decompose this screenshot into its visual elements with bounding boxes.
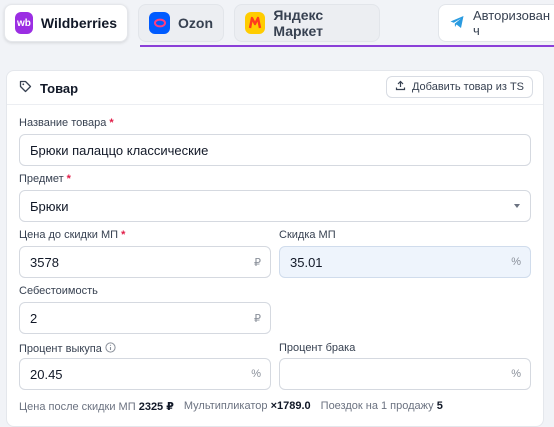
label-text: Скидка МП bbox=[279, 229, 336, 241]
card-header: Товар Добавить товар из TS bbox=[7, 71, 543, 105]
label-text: Себестоимость bbox=[19, 285, 98, 297]
price-label: Цена до скидки МП * bbox=[19, 229, 125, 241]
tab-label: Яндекс Маркет bbox=[273, 7, 324, 39]
summary-line: Цена после скидки МП 2325 ₽ Мультипликат… bbox=[19, 400, 443, 413]
input-value: 35.01 bbox=[290, 254, 323, 270]
info-icon[interactable] bbox=[105, 342, 116, 356]
card-title: Товар bbox=[19, 80, 78, 96]
summary-value: 5 bbox=[436, 400, 443, 412]
multiplier: Мультипликатор ×1789.0 bbox=[184, 400, 311, 413]
defect-input[interactable]: % bbox=[279, 358, 531, 390]
price-input[interactable]: 3578 ₽ bbox=[19, 246, 271, 278]
buyout-label: Процент выкупа bbox=[19, 342, 116, 356]
cost-input[interactable]: 2 ₽ bbox=[19, 302, 271, 334]
tab-wildberries[interactable]: wb Wildberries bbox=[4, 4, 128, 42]
ozon-logo-icon bbox=[149, 12, 170, 34]
select-value: Брюки bbox=[30, 198, 69, 214]
add-button-label: Добавить товар из TS bbox=[411, 81, 524, 93]
chevron-down-icon bbox=[514, 204, 520, 208]
wildberries-logo-icon: wb bbox=[15, 12, 33, 34]
product-card: Товар Добавить товар из TS Название това… bbox=[6, 70, 544, 427]
summary-label: Мультипликатор bbox=[183, 400, 268, 412]
label-text: Цена до скидки МП bbox=[19, 229, 119, 241]
product-name-input[interactable]: Брюки палаццо классические bbox=[19, 134, 531, 166]
tab-label: Wildberries bbox=[40, 15, 117, 31]
auth-status-label: Авторизован ч bbox=[473, 8, 551, 38]
percent-suffix: % bbox=[511, 368, 521, 380]
label-text: Название товара bbox=[19, 117, 107, 129]
tag-icon bbox=[19, 80, 32, 96]
auth-status-button[interactable]: Авторизован ч bbox=[438, 4, 554, 42]
required-marker: * bbox=[109, 117, 114, 129]
summary-label: Поездок на 1 продажу bbox=[320, 400, 434, 412]
defect-label: Процент брака bbox=[279, 342, 355, 354]
input-value: 2 bbox=[30, 310, 38, 326]
input-value: Брюки палаццо классические bbox=[30, 142, 209, 158]
tab-label: Ozon bbox=[178, 15, 213, 31]
upload-icon bbox=[395, 80, 406, 94]
summary-value: ×1789.0 bbox=[270, 400, 311, 412]
input-value: 20.45 bbox=[30, 366, 63, 382]
telegram-icon bbox=[449, 14, 465, 33]
input-value: 3578 bbox=[30, 254, 59, 270]
label-text: Процент брака bbox=[279, 342, 356, 354]
discount-label: Скидка МП bbox=[279, 229, 336, 241]
card-title-text: Товар bbox=[40, 80, 79, 96]
subject-select[interactable]: Брюки bbox=[19, 190, 531, 222]
tab-ozon[interactable]: Ozon bbox=[138, 4, 224, 42]
currency-suffix: ₽ bbox=[254, 257, 261, 269]
required-marker: * bbox=[66, 173, 71, 185]
label-text: Процент выкупа bbox=[19, 343, 102, 355]
label-text: Предмет bbox=[19, 173, 64, 185]
percent-suffix: % bbox=[511, 256, 521, 268]
discount-input[interactable]: 35.01 % bbox=[279, 246, 531, 278]
summary-value: 2325 ₽ bbox=[138, 401, 174, 413]
cost-label: Себестоимость bbox=[19, 285, 98, 297]
tab-yandex-market[interactable]: Яндекс Маркет bbox=[234, 4, 380, 42]
summary-label: Цена после скидки МП bbox=[19, 401, 136, 413]
buyout-input[interactable]: 20.45 % bbox=[19, 358, 271, 390]
percent-suffix: % bbox=[251, 368, 261, 380]
trips-per-sale: Поездок на 1 продажу 5 bbox=[321, 400, 443, 413]
product-name-label: Название товара * bbox=[19, 117, 114, 129]
yandex-market-logo-icon bbox=[245, 12, 266, 34]
add-product-from-ts-button[interactable]: Добавить товар из TS bbox=[385, 76, 533, 98]
price-after-discount: Цена после скидки МП 2325 ₽ bbox=[19, 400, 174, 413]
marketplace-tabs: wb Wildberries Ozon Яндекс Маркет Автори… bbox=[0, 0, 554, 48]
subject-label: Предмет * bbox=[19, 173, 71, 185]
tab-accent-line bbox=[140, 45, 554, 47]
currency-suffix: ₽ bbox=[254, 313, 261, 325]
required-marker: * bbox=[121, 229, 126, 241]
